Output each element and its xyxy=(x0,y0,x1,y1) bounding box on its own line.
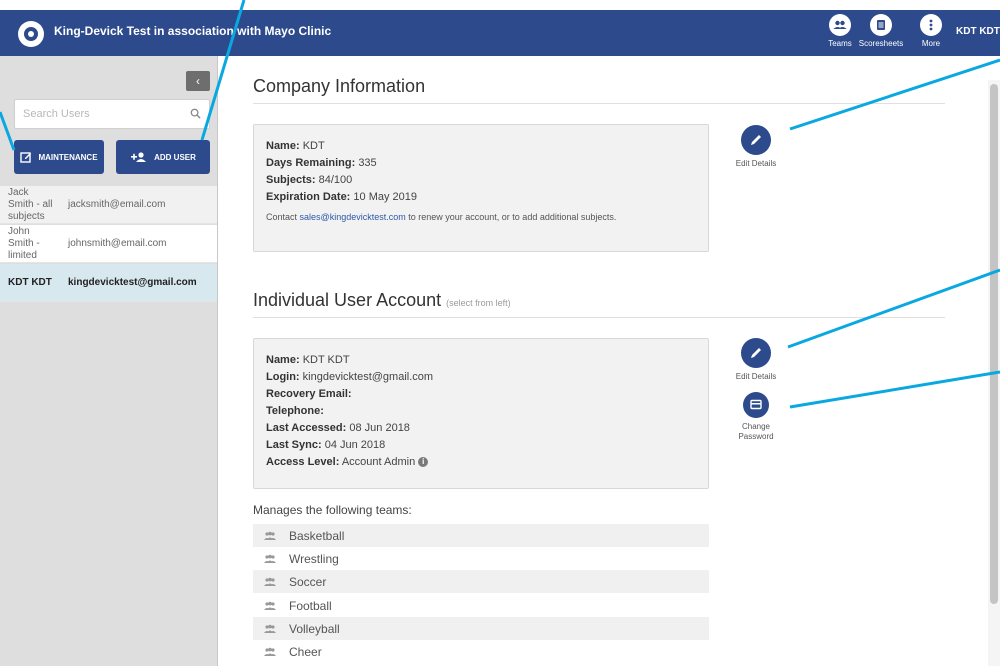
team-icon xyxy=(264,577,276,586)
maintenance-label: MAINTENANCE xyxy=(38,152,98,162)
user-list-item[interactable]: John Smith - limited johnsmith@email.com xyxy=(0,225,217,263)
team-icon xyxy=(264,601,276,610)
team-list-item[interactable]: Volleyball xyxy=(253,617,709,640)
team-icon xyxy=(264,647,276,656)
login-value: kingdevicktest@gmail.com xyxy=(302,371,434,383)
telephone-label: Telephone: xyxy=(266,405,324,417)
subjects-value: 84/100 xyxy=(318,174,353,186)
team-name: Wrestling xyxy=(289,551,339,566)
nav-scoresheets-button[interactable]: Scoresheets xyxy=(855,14,907,54)
company-info-card: Name: KDT Days Remaining: 335 Subjects: … xyxy=(253,124,709,252)
edit-box-icon xyxy=(20,152,32,163)
user-name: KDT KDT xyxy=(8,276,52,288)
teams-heading: Manages the following teams: xyxy=(253,503,412,517)
user-name-value: KDT KDT xyxy=(302,354,350,366)
last-accessed-label: Last Accessed: xyxy=(266,422,347,434)
team-name: Cheer xyxy=(289,644,322,659)
callout-line xyxy=(789,58,1000,131)
user-edit-details-label: Edit Details xyxy=(735,372,777,381)
team-list-item[interactable]: Soccer xyxy=(253,570,709,593)
company-name-value: KDT xyxy=(302,140,325,152)
login-label: Login: xyxy=(266,371,300,383)
kd-logo-icon[interactable] xyxy=(18,21,44,47)
section-divider xyxy=(253,317,945,318)
days-remaining-label: Days Remaining: xyxy=(266,157,356,169)
team-list-item[interactable]: Football xyxy=(253,594,709,617)
section-divider xyxy=(253,103,945,104)
contact-note: Contact sales@kingdevicktest.com to rene… xyxy=(266,212,696,222)
top-app-bar: King-Devick Test in association with May… xyxy=(0,10,1000,56)
maintenance-button[interactable]: MAINTENANCE xyxy=(14,140,104,174)
expiration-label: Expiration Date: xyxy=(266,191,351,203)
access-level-value: Account Admin xyxy=(341,456,416,468)
add-user-button[interactable]: ADD USER xyxy=(116,140,210,174)
change-password-label: Change Password xyxy=(738,422,774,441)
sales-email-link[interactable]: sales@kingdevicktest.com xyxy=(300,212,406,222)
user-edit-details-button[interactable]: Edit Details xyxy=(721,338,791,382)
nav-more-button[interactable]: More xyxy=(905,14,957,54)
nav-scoresheets-label: Scoresheets xyxy=(858,39,904,48)
more-icon xyxy=(920,14,942,36)
user-name-label: Name: xyxy=(266,354,300,366)
access-level-label: Access Level: xyxy=(266,456,340,468)
add-user-label: ADD USER xyxy=(154,152,196,162)
pencil-icon xyxy=(741,338,771,368)
user-list-item-selected[interactable]: KDT KDT kingdevicktest@gmail.com xyxy=(0,264,217,302)
last-sync-value: 04 Jun 2018 xyxy=(324,439,386,451)
last-accessed-value: 08 Jun 2018 xyxy=(349,422,410,434)
last-sync-label: Last Sync: xyxy=(266,439,322,451)
app-title: King-Devick Test in association with May… xyxy=(54,24,332,38)
company-edit-details-button[interactable]: Edit Details xyxy=(721,125,791,169)
team-list-item[interactable]: Basketball xyxy=(253,524,709,547)
info-icon[interactable]: i xyxy=(418,457,429,468)
teams-icon xyxy=(829,14,851,36)
days-remaining-value: 335 xyxy=(358,157,377,169)
card-icon xyxy=(743,392,769,418)
user-name: Jack Smith - all subjects xyxy=(8,186,53,222)
user-name: John Smith - limited xyxy=(8,225,40,261)
recovery-email-label: Recovery Email: xyxy=(266,388,352,400)
team-icon xyxy=(264,624,276,633)
pencil-icon xyxy=(741,125,771,155)
user-menu[interactable]: KDT KDT xyxy=(956,26,1000,37)
user-account-subtitle: (select from left) xyxy=(446,298,511,308)
team-name: Basketball xyxy=(289,528,345,543)
collapse-sidebar-button[interactable]: ‹ xyxy=(186,71,210,91)
add-user-icon xyxy=(131,152,147,162)
team-icon xyxy=(264,531,276,540)
team-name: Football xyxy=(289,598,332,613)
change-password-button[interactable]: Change Password xyxy=(721,392,791,442)
team-name: Volleyball xyxy=(289,621,340,636)
user-info-card: Name: KDT KDT Login: kingdevicktest@gmai… xyxy=(253,338,709,489)
callout-line xyxy=(787,268,1000,349)
contact-prefix: Contact xyxy=(266,212,298,222)
user-email: jacksmith@email.com xyxy=(68,199,166,210)
team-name: Soccer xyxy=(289,574,327,589)
user-account-title: Individual User Account (select from lef… xyxy=(253,290,511,311)
company-info-title: Company Information xyxy=(253,76,426,96)
company-name-label: Name: xyxy=(266,140,300,152)
team-list-item[interactable]: Wrestling xyxy=(253,547,709,570)
expiration-value: 10 May 2019 xyxy=(353,191,418,203)
chevron-left-icon: ‹ xyxy=(196,74,200,88)
search-users-field[interactable] xyxy=(14,99,210,129)
subjects-label: Subjects: xyxy=(266,174,316,186)
team-list-item[interactable]: Cheer xyxy=(253,640,709,663)
user-email: kingdevicktest@gmail.com xyxy=(68,277,197,288)
user-list-item[interactable]: Jack Smith - all subjects jacksmith@emai… xyxy=(0,186,217,224)
search-input[interactable] xyxy=(15,100,175,128)
scrollbar-thumb[interactable] xyxy=(990,84,998,604)
search-icon[interactable] xyxy=(190,108,201,119)
callout-line xyxy=(789,370,1000,409)
users-sidebar: ‹ MAINTENANCE ADD USER Jack Smith - all … xyxy=(0,56,218,666)
contact-suffix: to renew your account, or to add additio… xyxy=(408,212,617,222)
scoresheets-icon xyxy=(870,14,892,36)
company-edit-details-label: Edit Details xyxy=(735,159,777,168)
user-account-heading: Individual User Account xyxy=(253,290,442,310)
team-icon xyxy=(264,554,276,563)
nav-more-label: More xyxy=(921,39,941,48)
user-email: johnsmith@email.com xyxy=(68,238,167,249)
